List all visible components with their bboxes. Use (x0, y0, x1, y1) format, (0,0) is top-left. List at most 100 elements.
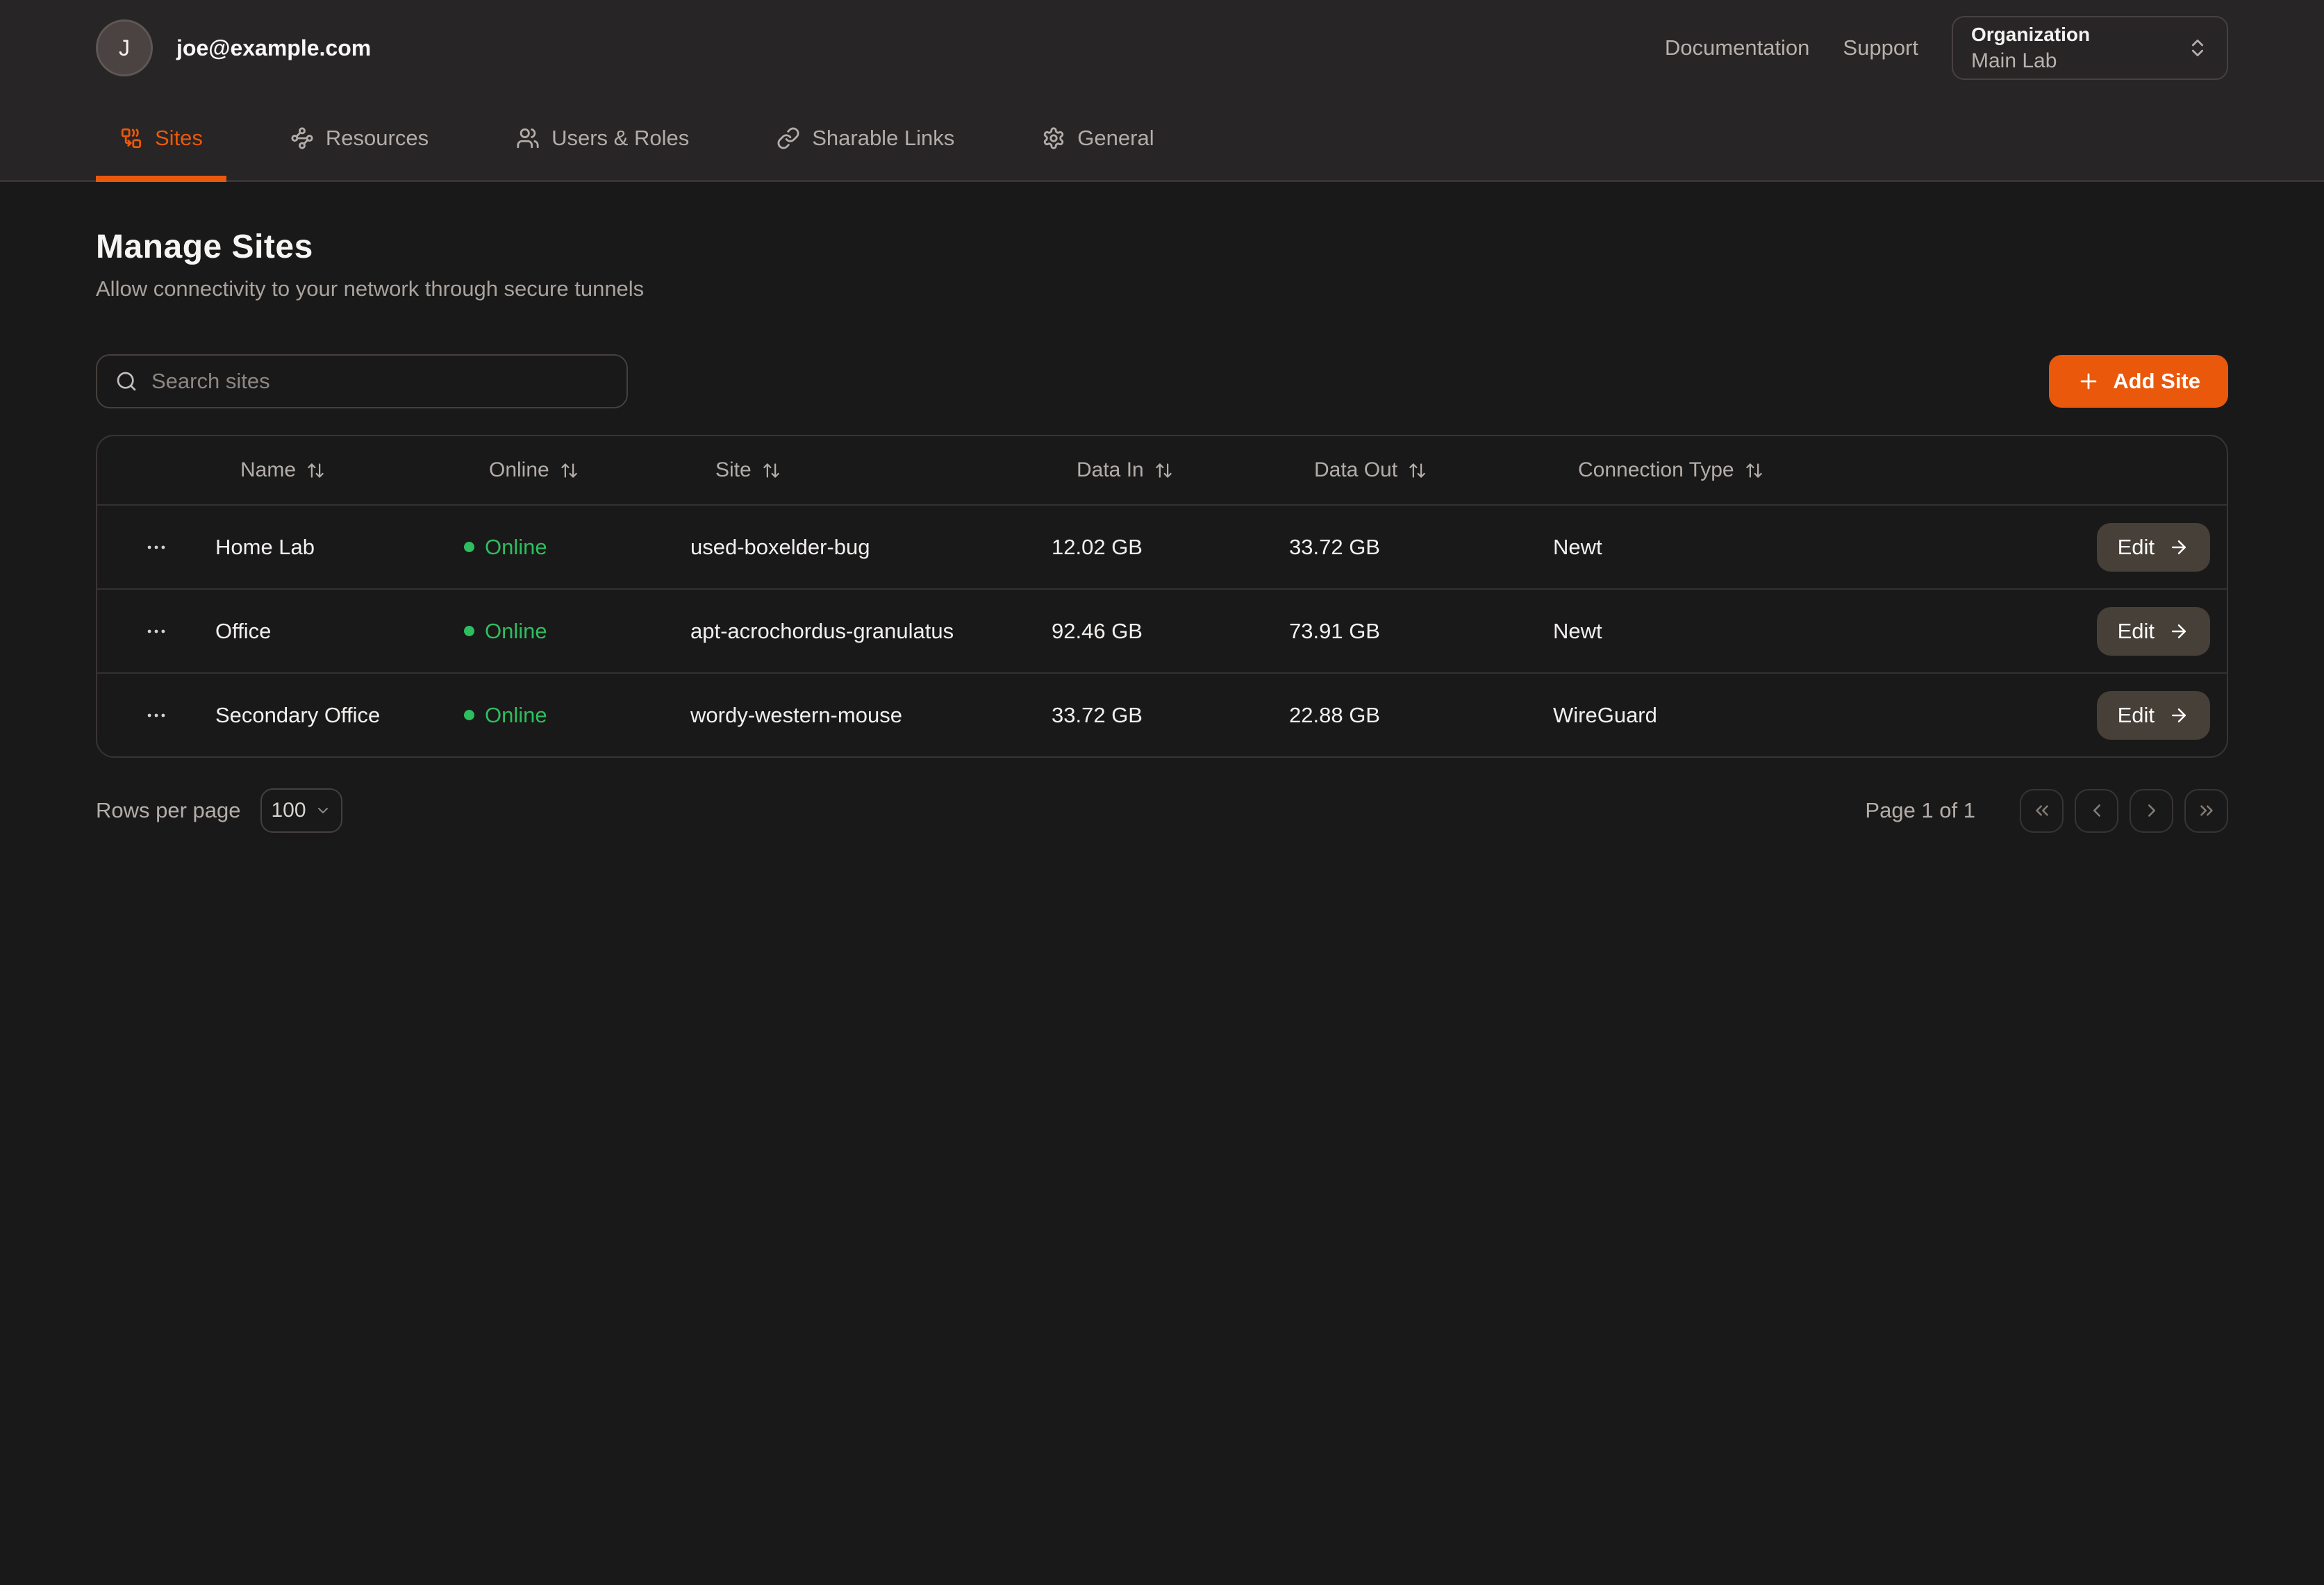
tab-users-roles[interactable]: Users & Roles (492, 96, 713, 180)
last-page-button[interactable] (2184, 789, 2228, 833)
column-label: Online (489, 458, 549, 482)
toolbar: Add Site (96, 354, 2228, 408)
data-in-value: 12.02 GB (1052, 535, 1289, 560)
status-cell: Online (464, 619, 690, 644)
top-bar-right: Documentation Support Organization Main … (1665, 16, 2228, 80)
organization-label: Organization (1971, 24, 2090, 46)
tab-sharable-links[interactable]: Sharable Links (753, 96, 978, 180)
row-menu-button[interactable] (138, 613, 175, 650)
table-header-row: Name Online Site Data In Data Out Connec… (97, 436, 2227, 504)
connection-type-value: Newt (1553, 619, 1959, 644)
column-header-connection-type[interactable]: Connection Type (1553, 458, 1959, 482)
rows-per-page-value: 100 (271, 799, 306, 822)
tab-bar: Sites Resources Users & Roles Sharable L… (0, 96, 2324, 182)
ellipsis-icon (144, 536, 168, 559)
column-header-data-out[interactable]: Data Out (1289, 458, 1553, 482)
tab-general[interactable]: General (1018, 96, 1177, 180)
organization-selector[interactable]: Organization Main Lab (1952, 16, 2228, 80)
column-label: Name (240, 458, 296, 482)
next-page-button[interactable] (2130, 789, 2173, 833)
pagination: Page 1 of 1 (1865, 789, 2228, 833)
data-out-value: 22.88 GB (1289, 703, 1553, 728)
chevron-right-icon (2141, 800, 2162, 821)
column-header-site[interactable]: Site (690, 458, 1052, 482)
avatar-initial: J (119, 35, 130, 61)
documentation-link[interactable]: Documentation (1665, 35, 1810, 60)
site-name: Secondary Office (215, 703, 464, 728)
edit-label: Edit (2118, 535, 2155, 560)
users-icon (516, 126, 540, 150)
tab-label: Sites (155, 126, 203, 151)
search-input[interactable] (151, 369, 608, 394)
row-menu-button[interactable] (138, 529, 175, 566)
user-email: joe@example.com (176, 35, 371, 61)
row-menu-button[interactable] (138, 697, 175, 734)
status-cell: Online (464, 703, 690, 728)
chevrons-up-down-icon (2186, 37, 2209, 59)
rows-per-page: Rows per page 100 (96, 788, 342, 833)
sort-icon (1408, 461, 1427, 480)
sort-icon (1154, 461, 1173, 480)
data-in-value: 33.72 GB (1052, 703, 1289, 728)
data-out-value: 33.72 GB (1289, 535, 1553, 560)
site-slug: apt-acrochordus-granulatus (690, 619, 1052, 644)
data-in-value: 92.46 GB (1052, 619, 1289, 644)
tab-label: Sharable Links (812, 126, 954, 151)
site-slug: wordy-western-mouse (690, 703, 1052, 728)
support-link[interactable]: Support (1843, 35, 1918, 60)
gear-icon (1042, 126, 1065, 150)
column-label: Site (715, 458, 752, 482)
plus-icon (2077, 370, 2100, 393)
arrow-right-icon (2168, 705, 2189, 726)
arrow-right-icon (2168, 537, 2189, 558)
resources-icon (290, 126, 314, 150)
tab-resources[interactable]: Resources (267, 96, 452, 180)
avatar[interactable]: J (96, 19, 153, 76)
actions-cell: Edit (1959, 607, 2227, 656)
rows-per-page-label: Rows per page (96, 798, 241, 823)
edit-label: Edit (2118, 619, 2155, 644)
online-dot-icon (464, 542, 474, 552)
previous-page-button[interactable] (2075, 789, 2118, 833)
rows-per-page-select[interactable]: 100 (260, 788, 342, 833)
status-cell: Online (464, 535, 690, 560)
site-name: Home Lab (215, 535, 464, 560)
connection-type-value: Newt (1553, 535, 1959, 560)
status-badge: Online (485, 619, 547, 644)
link-icon (777, 126, 800, 150)
first-page-button[interactable] (2020, 789, 2064, 833)
site-name: Office (215, 619, 464, 644)
tab-label: Resources (326, 126, 429, 151)
data-out-value: 73.91 GB (1289, 619, 1553, 644)
tab-label: General (1077, 126, 1154, 151)
top-bar: J joe@example.com Documentation Support … (0, 0, 2324, 96)
organization-texts: Organization Main Lab (1971, 24, 2090, 73)
table-row: Secondary Office Online wordy-western-mo… (97, 672, 2227, 756)
edit-button[interactable]: Edit (2097, 607, 2210, 656)
table-row: Home Lab Online used-boxelder-bug 12.02 … (97, 504, 2227, 588)
chevron-down-icon (315, 802, 331, 819)
ellipsis-icon (144, 704, 168, 727)
ellipsis-icon (144, 620, 168, 643)
edit-button[interactable]: Edit (2097, 523, 2210, 572)
edit-label: Edit (2118, 703, 2155, 728)
edit-button[interactable]: Edit (2097, 691, 2210, 740)
tab-sites[interactable]: Sites (96, 96, 226, 180)
add-site-button[interactable]: Add Site (2049, 355, 2228, 408)
sort-icon (1745, 461, 1763, 480)
status-badge: Online (485, 535, 547, 560)
table-row: Office Online apt-acrochordus-granulatus… (97, 588, 2227, 672)
online-dot-icon (464, 710, 474, 720)
main-content: Manage Sites Allow connectivity to your … (0, 228, 2324, 833)
sites-icon (119, 126, 143, 150)
table-footer: Rows per page 100 Page 1 of 1 (96, 788, 2228, 833)
column-header-name[interactable]: Name (215, 458, 464, 482)
app-header: J joe@example.com Documentation Support … (0, 0, 2324, 182)
column-header-online[interactable]: Online (464, 458, 690, 482)
status-badge: Online (485, 703, 547, 728)
actions-cell: Edit (1959, 691, 2227, 740)
sort-icon (306, 461, 325, 480)
sort-icon (762, 461, 781, 480)
column-header-data-in[interactable]: Data In (1052, 458, 1289, 482)
column-label: Data In (1077, 458, 1144, 482)
